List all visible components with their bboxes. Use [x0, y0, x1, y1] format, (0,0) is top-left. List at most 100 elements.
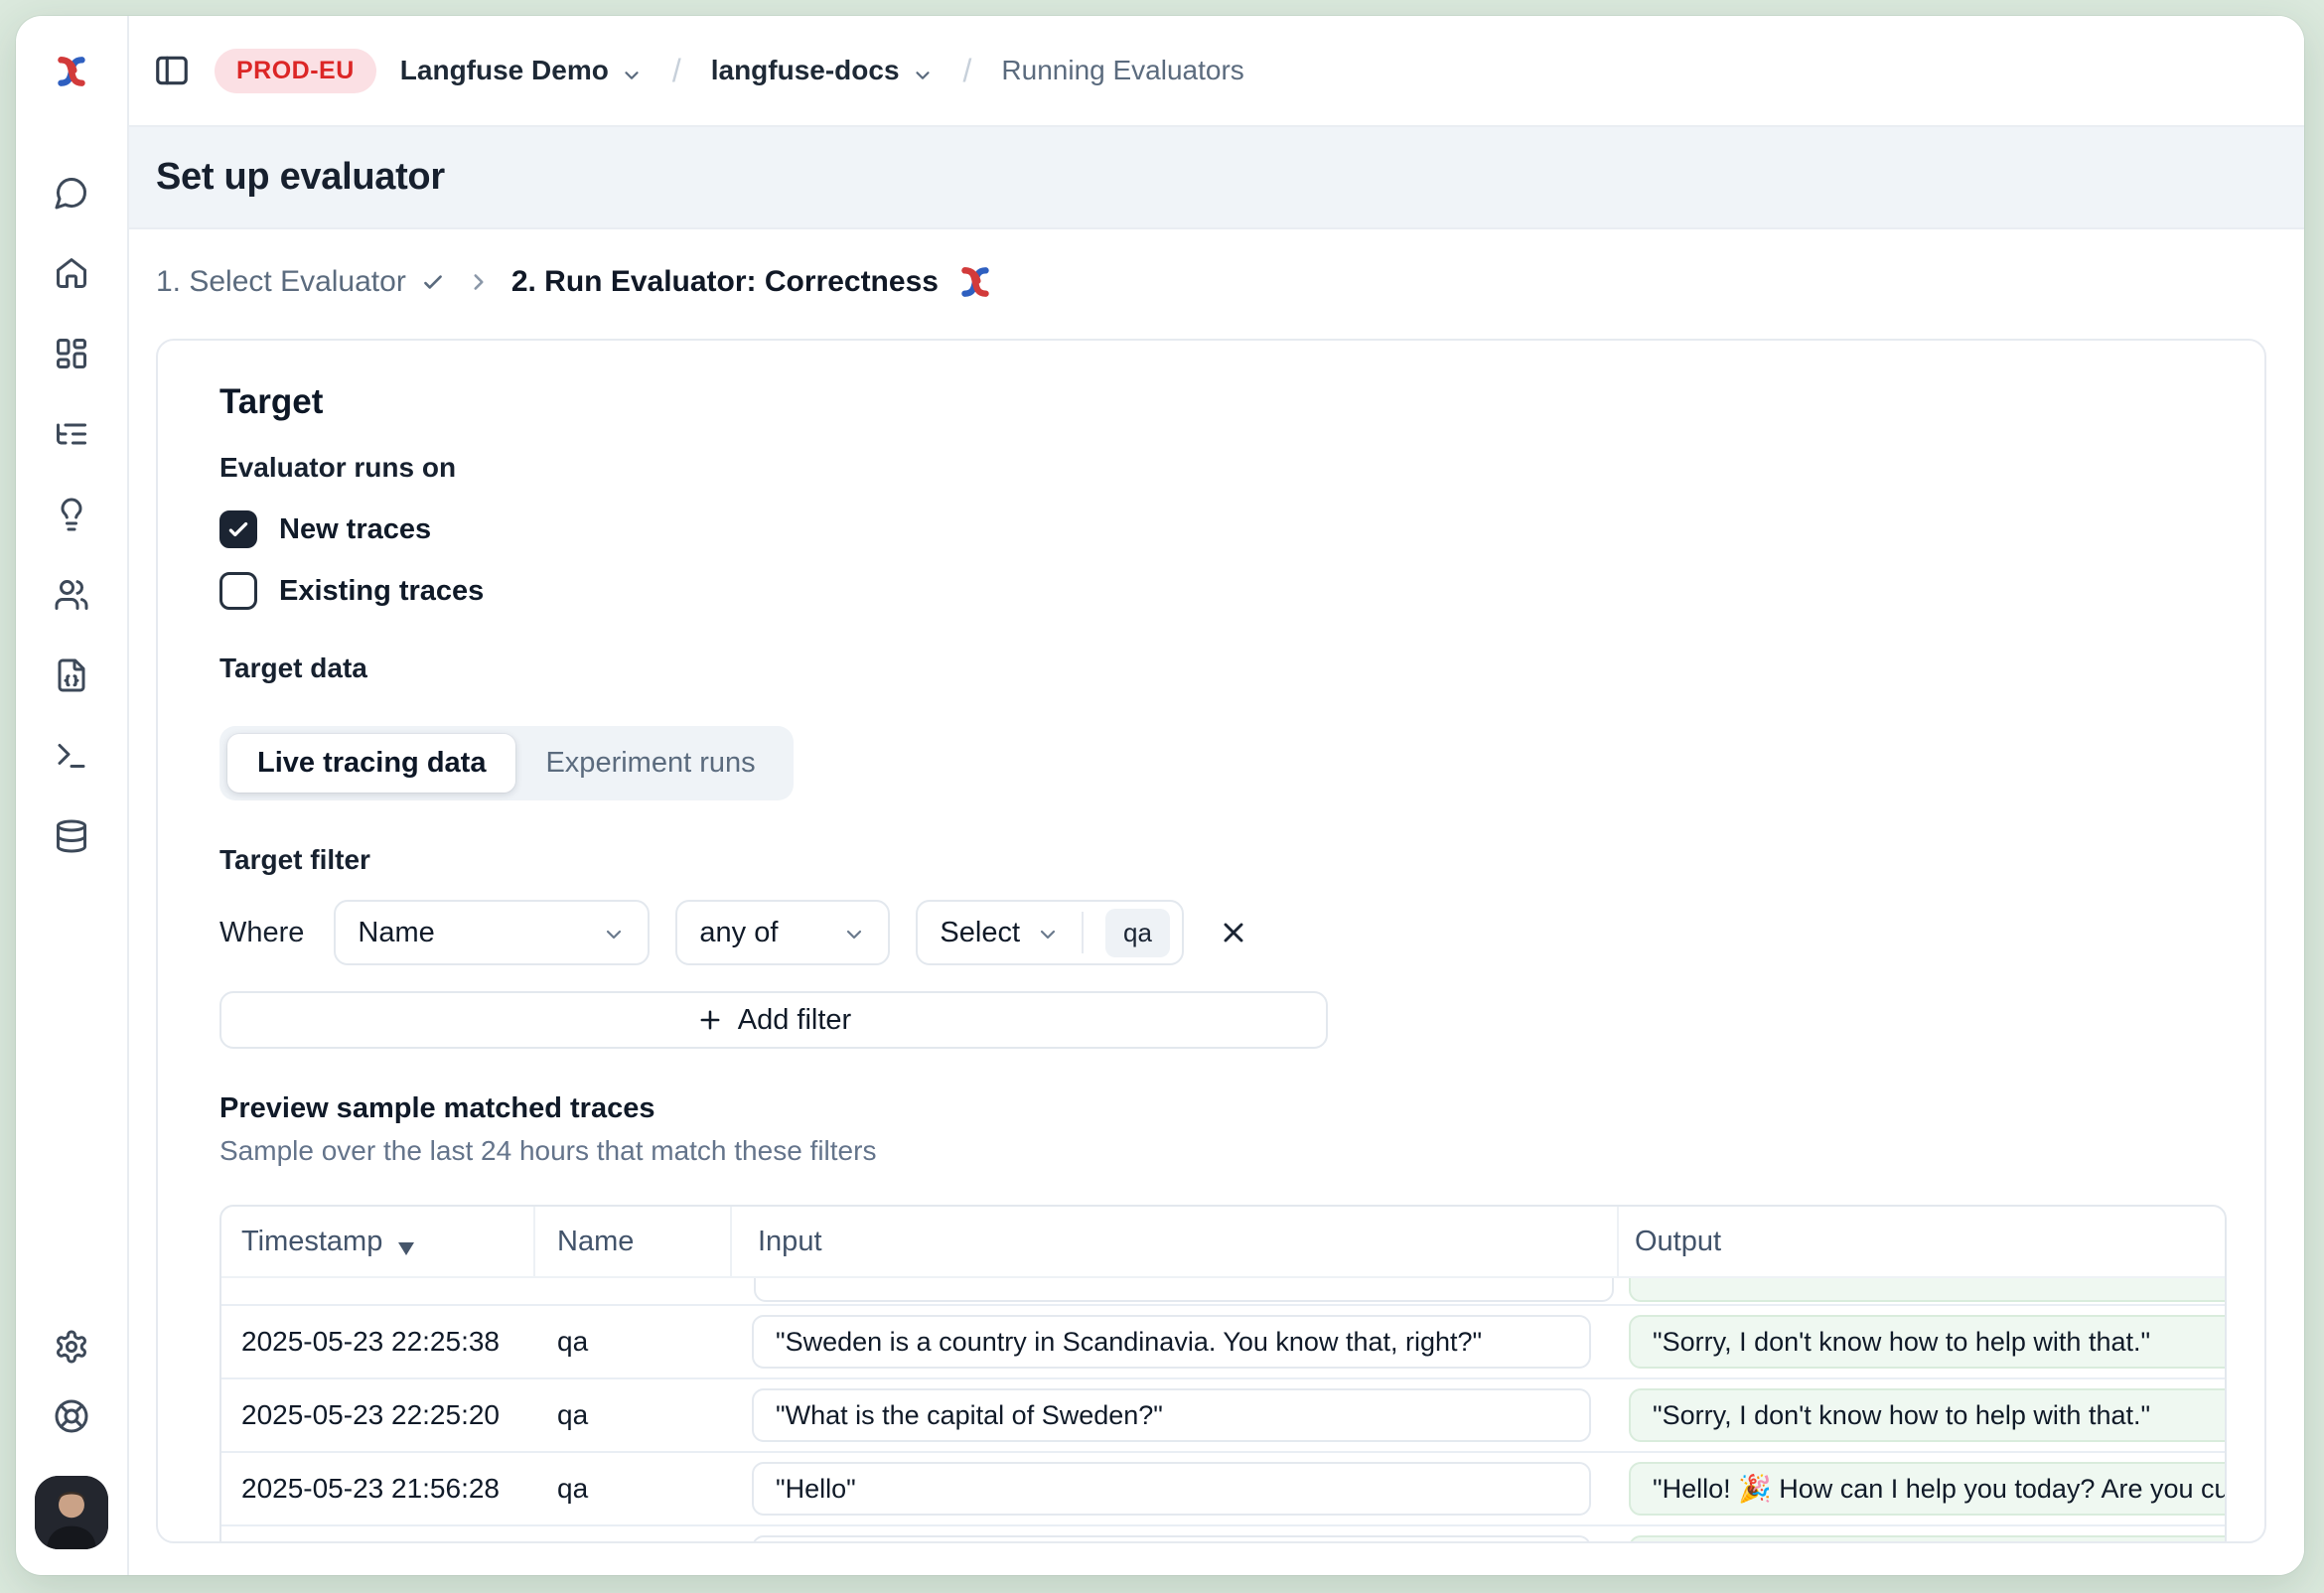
table-row[interactable]: 2025-05-23 22:25:38 qa "Sweden is a coun… [221, 1306, 2225, 1379]
add-filter-button[interactable]: Add filter [219, 991, 1328, 1049]
filter-value-select[interactable]: Select qa [916, 900, 1184, 965]
name-cell: qa [535, 1399, 732, 1431]
prompts-file-icon[interactable] [54, 657, 89, 693]
timestamp-cell: 2025-05-23 22:25:20 [221, 1399, 535, 1431]
checkbox-new-traces[interactable]: New traces [219, 506, 2227, 553]
target-card: Target Evaluator runs on New traces Exis… [156, 339, 2266, 1543]
preview-table: Timestamp Name Input Output 2025-05-23 2… [219, 1205, 2227, 1543]
column-header-name[interactable]: Name [535, 1207, 732, 1276]
langfuse-knot-logo [51, 55, 92, 88]
home-icon[interactable] [54, 255, 89, 291]
table-row[interactable]: 2025-05-23 21:56:28 qa "Hello" "Hello! 🎉… [221, 1453, 2225, 1526]
sidebar-nav [54, 175, 89, 854]
table-body: 2025-05-23 22:25:38 qa "Sweden is a coun… [221, 1306, 2225, 1543]
table-row[interactable]: 2025-05-23 19:07:28 qa "Hello" "Hello th… [221, 1526, 2225, 1543]
target-filter-label: Target filter [219, 844, 2227, 876]
datasets-database-icon[interactable] [54, 818, 89, 854]
checkbox-existing-traces[interactable]: Existing traces [219, 567, 2227, 615]
user-avatar[interactable] [35, 1476, 108, 1549]
where-label: Where [219, 917, 304, 949]
content: 1. Select Evaluator 2. Run Evaluator: Co… [129, 229, 2304, 1575]
checkbox-unchecked-icon[interactable] [219, 572, 257, 610]
users-icon[interactable] [54, 577, 89, 613]
target-data-label: Target data [219, 652, 2227, 684]
breadcrumb-project[interactable]: Langfuse Demo [400, 55, 643, 86]
input-cell: "Hello" [732, 1462, 1619, 1516]
preview-heading: Preview sample matched traces [219, 1092, 2227, 1125]
dashboards-icon[interactable] [54, 336, 89, 371]
table-row[interactable]: 2025-05-23 22:25:20 qa "What is the capi… [221, 1379, 2225, 1453]
chevron-down-icon [602, 922, 626, 945]
chevron-down-icon [842, 922, 866, 945]
tab-live-tracing-data[interactable]: Live tracing data [227, 734, 515, 793]
input-value-box[interactable]: "Hello" [752, 1462, 1591, 1516]
chevron-down-icon [912, 62, 934, 83]
step-nav: 1. Select Evaluator 2. Run Evaluator: Co… [156, 265, 2304, 299]
sidebar [16, 16, 129, 1575]
filter-row: Where Name any of Select qa [219, 900, 2227, 965]
input-cell: "Sweden is a country in Scandinavia. You… [732, 1315, 1619, 1369]
input-value-box[interactable]: "Hello" [752, 1535, 1591, 1543]
output-cell: "Sorry, I don't know how to help with th… [1619, 1388, 2225, 1442]
sidebar-toggle-icon[interactable] [153, 52, 191, 89]
page-title: Set up evaluator [156, 156, 445, 199]
page-title-bar: Set up evaluator [129, 127, 2304, 229]
name-cell: qa [535, 1473, 732, 1505]
filter-value-chip[interactable]: qa [1105, 909, 1170, 957]
table-row-partial[interactable] [221, 1276, 2225, 1306]
plus-icon [696, 1006, 724, 1034]
target-data-toggle: Live tracing data Experiment runs [219, 726, 794, 800]
input-cell: "What is the capital of Sweden?" [732, 1388, 1619, 1442]
output-cell: "Hello there! 😇 How can I assist you tod… [1619, 1535, 2225, 1543]
preview-subheading: Sample over the last 24 hours that match… [219, 1135, 2227, 1167]
timestamp-cell: 2025-05-23 22:25:38 [221, 1326, 535, 1358]
langfuse-knot-icon [954, 265, 996, 299]
step-select-evaluator[interactable]: 1. Select Evaluator [156, 265, 446, 299]
input-value-box[interactable]: "Sweden is a country in Scandinavia. You… [752, 1315, 1591, 1369]
input-cell: "Hello" [732, 1535, 1619, 1543]
app-window: PROD-EU Langfuse Demo / langfuse-docs / … [16, 16, 2304, 1575]
tracing-icon[interactable] [54, 416, 89, 452]
column-header-timestamp[interactable]: Timestamp [221, 1207, 535, 1276]
playground-terminal-icon[interactable] [54, 738, 89, 774]
output-cell-clipped [1629, 1276, 2225, 1302]
column-header-input[interactable]: Input [732, 1207, 1619, 1276]
divider [1082, 912, 1084, 953]
check-icon [420, 269, 446, 295]
sort-desc-icon[interactable] [396, 1232, 416, 1250]
name-cell: qa [535, 1326, 732, 1358]
chevron-down-icon [621, 62, 643, 83]
environment-badge: PROD-EU [215, 49, 376, 93]
output-value-box[interactable]: "Hello! 🎉 How can I help you today? Are … [1629, 1462, 2227, 1516]
output-cell: "Hello! 🎉 How can I help you today? Are … [1619, 1462, 2225, 1516]
breadcrumb-page: Running Evaluators [1001, 55, 1243, 86]
checkbox-checked-icon[interactable] [219, 510, 257, 548]
settings-gear-icon[interactable] [54, 1329, 89, 1365]
remove-filter-icon[interactable] [1218, 917, 1249, 948]
topbar: PROD-EU Langfuse Demo / langfuse-docs / … [129, 16, 2304, 127]
input-value-box[interactable]: "What is the capital of Sweden?" [752, 1388, 1591, 1442]
table-header: Timestamp Name Input Output [221, 1207, 2225, 1276]
step-run-evaluator: 2. Run Evaluator: Correctness [511, 265, 996, 299]
org-logo[interactable] [16, 16, 127, 127]
timestamp-cell: 2025-05-23 21:56:28 [221, 1473, 535, 1505]
output-value-box[interactable]: "Hello there! 😇 How can I assist you tod… [1629, 1535, 2227, 1543]
main-area: PROD-EU Langfuse Demo / langfuse-docs / … [129, 16, 2304, 1575]
sidebar-bottom [35, 1329, 108, 1549]
chevron-right-icon [466, 269, 492, 295]
support-lifebuoy-icon[interactable] [54, 1398, 89, 1434]
breadcrumb-resource[interactable]: langfuse-docs [711, 55, 934, 86]
evaluation-lightbulb-icon[interactable] [54, 497, 89, 532]
column-header-output[interactable]: Output [1619, 1207, 2225, 1276]
output-cell: "Sorry, I don't know how to help with th… [1619, 1315, 2225, 1369]
runs-on-label: Evaluator runs on [219, 452, 2227, 484]
search-icon[interactable] [54, 175, 89, 211]
target-heading: Target [219, 382, 2227, 422]
breadcrumb-divider: / [666, 53, 687, 89]
filter-operator-select[interactable]: any of [675, 900, 890, 965]
chevron-down-icon [1036, 922, 1060, 945]
output-value-box[interactable]: "Sorry, I don't know how to help with th… [1629, 1388, 2227, 1442]
tab-experiment-runs[interactable]: Experiment runs [515, 734, 785, 793]
filter-column-select[interactable]: Name [334, 900, 650, 965]
output-value-box[interactable]: "Sorry, I don't know how to help with th… [1629, 1315, 2227, 1369]
